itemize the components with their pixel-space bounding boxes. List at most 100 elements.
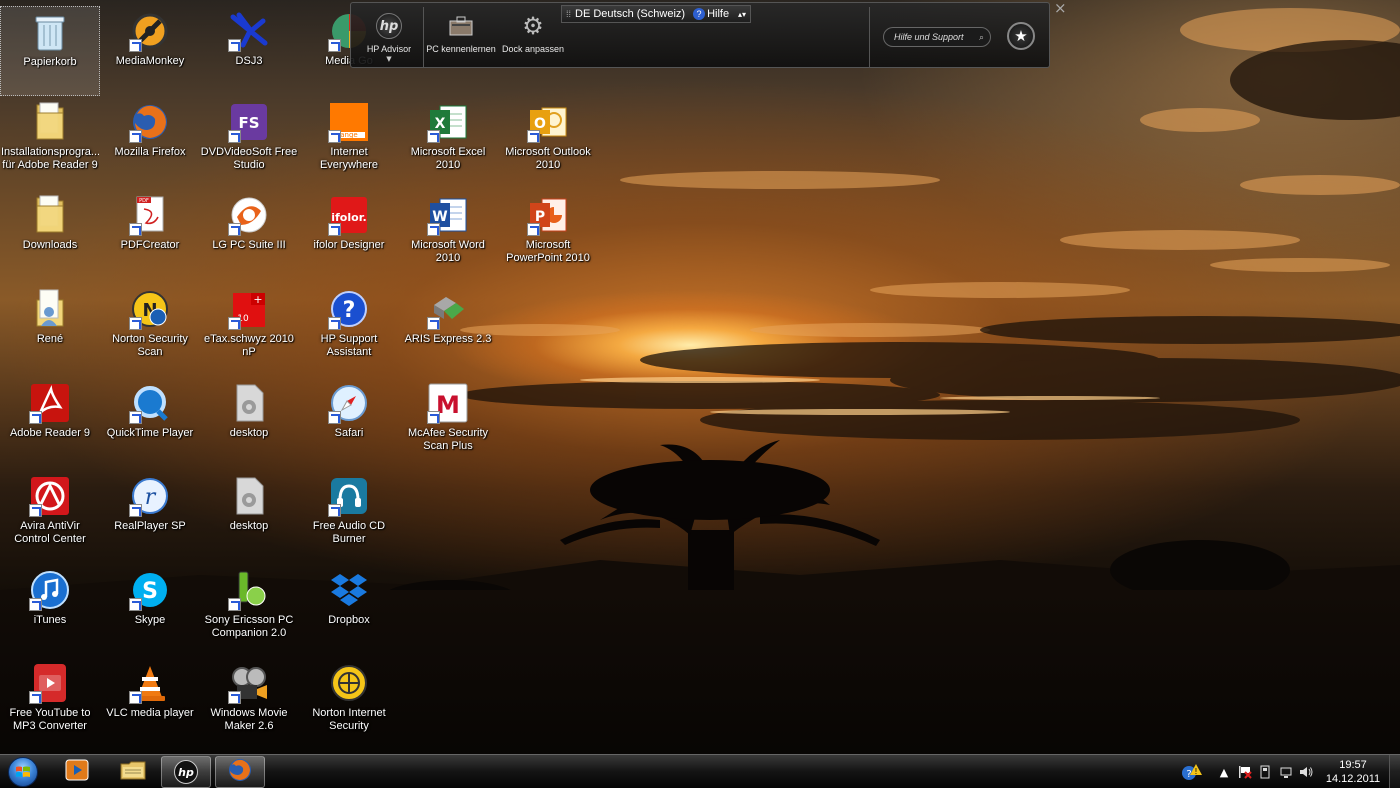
firefox-icon (129, 101, 171, 143)
desktop-icon-label: QuickTime Player (106, 427, 194, 439)
desktop-icon[interactable]: Avira AntiVir Control Center (0, 471, 100, 561)
outlook-icon: O (527, 101, 569, 143)
language-label[interactable]: DE Deutsch (Schweiz) (575, 8, 685, 20)
desktop-icon-label: iTunes (33, 614, 67, 626)
adobe-reader-icon (29, 382, 71, 424)
desktop-icon[interactable]: PDF PDFCreator (100, 190, 200, 280)
show-desktop-button[interactable] (1389, 755, 1400, 788)
desktop-icon-label: Microsoft Outlook 2010 (505, 146, 591, 171)
desktop-icon[interactable]: René (0, 284, 100, 374)
taskbar-firefox[interactable] (215, 756, 265, 788)
excel-icon: X (427, 101, 469, 143)
desktop-icon[interactable]: Free Audio CD Burner (299, 471, 399, 561)
action-center-icon[interactable]: ?! (1181, 764, 1203, 780)
media-player-icon (64, 758, 90, 786)
close-icon[interactable]: × (1054, 0, 1067, 17)
help-search-input[interactable]: Hilfe und Support ⌕ (883, 27, 991, 47)
clock-date: 14.12.2011 (1325, 773, 1381, 785)
desktop-icon-label: HP Support Assistant (320, 333, 378, 358)
desktop-icon[interactable]: FS DVDVideoSoft Free Studio (199, 97, 299, 187)
settings-file-icon (228, 382, 270, 424)
desktop-icon[interactable]: W Microsoft Word 2010 (398, 190, 498, 280)
flag-icon[interactable] (1237, 764, 1253, 780)
shortcut-arrow-icon (427, 317, 440, 330)
chevron-down-icon[interactable]: ▼ (386, 56, 391, 63)
usb-icon[interactable] (1257, 764, 1273, 780)
shortcut-arrow-icon (129, 598, 142, 611)
desktop-icon-label: Microsoft Word 2010 (411, 239, 485, 264)
desktop-icon[interactable]: P Microsoft PowerPoint 2010 (498, 190, 598, 280)
volume-icon[interactable] (1298, 764, 1314, 780)
dock-item-hp-advisor[interactable]: hp HP Advisor ▼ (351, 13, 427, 63)
desktop-icon[interactable]: Safari (299, 378, 399, 468)
svg-text:FS: FS (238, 114, 259, 132)
desktop-icon[interactable]: S Skype (100, 565, 200, 655)
shortcut-arrow-icon (228, 39, 241, 52)
desktop-icon[interactable]: X Microsoft Excel 2010 (398, 97, 498, 187)
desktop-icon[interactable]: r RealPlayer SP (100, 471, 200, 561)
desktop-icon[interactable]: iTunes (0, 565, 100, 655)
language-menu-icon[interactable]: ▴▾ (738, 10, 746, 19)
firefox-icon (227, 757, 253, 787)
desktop-icon-label: Sony Ericsson PC Companion 2.0 (204, 614, 294, 639)
start-button[interactable] (4, 756, 42, 788)
star-icon[interactable]: ★ (1007, 22, 1035, 50)
desktop-icon[interactable]: Norton Internet Security (299, 658, 399, 748)
taskbar-hp[interactable]: hp (161, 756, 211, 788)
dock-item-dock-anpassen[interactable]: ⚙ Dock anpassen (495, 12, 571, 63)
desktop-icon[interactable]: O Microsoft Outlook 2010 (498, 97, 598, 187)
desktop-icon[interactable]: Sony Ericsson PC Companion 2.0 (199, 565, 299, 655)
desktop-icon[interactable]: QuickTime Player (100, 378, 200, 468)
dock-item-pc-kennenlernen[interactable]: PC kennenlernen (423, 13, 499, 63)
desktop-icon-label: Mozilla Firefox (114, 146, 186, 158)
language-bar[interactable]: ⁞⁞ DE Deutsch (Schweiz) ? Hilfe ▴▾ (561, 5, 751, 23)
ifolor-icon: ifolor. (328, 194, 370, 236)
shortcut-arrow-icon (29, 598, 42, 611)
shortcut-arrow-icon (228, 598, 241, 611)
desktop-icon[interactable]: Adobe Reader 9 (0, 378, 100, 468)
desktop-icon[interactable]: ifolor. ifolor Designer (299, 190, 399, 280)
desktop-icon[interactable]: M McAfee Security Scan Plus (398, 378, 498, 468)
desktop-icon[interactable]: Mozilla Firefox (100, 97, 200, 187)
hp-logo-icon: hp (376, 13, 402, 39)
desktop-icon[interactable]: Papierkorb (0, 6, 100, 96)
help-label[interactable]: Hilfe (707, 8, 729, 20)
desktop-icon-label: desktop (229, 520, 269, 532)
desktop-icon[interactable]: N Norton Security Scan (100, 284, 200, 374)
shortcut-arrow-icon (328, 317, 341, 330)
desktop-icon[interactable]: ? HP Support Assistant (299, 284, 399, 374)
shortcut-arrow-icon (527, 223, 540, 236)
desktop-icon[interactable]: ARIS Express 2.3 (398, 284, 498, 374)
desktop-icon[interactable]: Dropbox (299, 565, 399, 655)
desktop-icon[interactable]: Installationsprogra... für Adobe Reader … (0, 97, 100, 187)
windows-logo-icon (8, 757, 38, 787)
shortcut-arrow-icon (129, 39, 142, 52)
taskbar-media-player[interactable] (52, 756, 102, 788)
desktop-icon[interactable]: LG PC Suite III (199, 190, 299, 280)
taskbar-explorer[interactable] (108, 756, 158, 788)
desktop-icon-label: Safari (334, 427, 364, 439)
dvdvideosoft-icon: FS (228, 101, 270, 143)
desktop-icon[interactable]: desktop (199, 378, 299, 468)
desktop-icon[interactable]: VLC media player (100, 658, 200, 748)
shortcut-arrow-icon (427, 130, 440, 143)
desktop-icon[interactable]: Downloads (0, 190, 100, 280)
desktop-icon[interactable]: MediaMonkey (100, 6, 200, 96)
desktop-icon[interactable]: ange Internet Everywhere (299, 97, 399, 187)
desktop-icon[interactable]: DSJ3 (199, 6, 299, 96)
desktop-icon[interactable]: Free YouTube to MP3 Converter (0, 658, 100, 748)
network-icon[interactable] (1278, 764, 1294, 780)
dropbox-icon (328, 569, 370, 611)
etax-icon: +10 (228, 288, 270, 330)
shortcut-arrow-icon (129, 317, 142, 330)
help-icon[interactable]: ? (693, 8, 706, 20)
show-hidden-icon[interactable]: ▲ (1216, 764, 1232, 780)
desktop-icon-label: eTax.schwyz 2010 nP (204, 333, 294, 358)
gear-icon: ⚙ (522, 12, 544, 40)
dock-separator (869, 7, 870, 67)
desktop-icon[interactable]: Windows Movie Maker 2.6 (199, 658, 299, 748)
search-icon[interactable]: ⌕ (979, 32, 984, 43)
clock[interactable]: 19:57 14.12.2011 (1318, 758, 1388, 786)
desktop-icon[interactable]: +10 eTax.schwyz 2010 nP (199, 284, 299, 374)
desktop-icon[interactable]: desktop (199, 471, 299, 561)
